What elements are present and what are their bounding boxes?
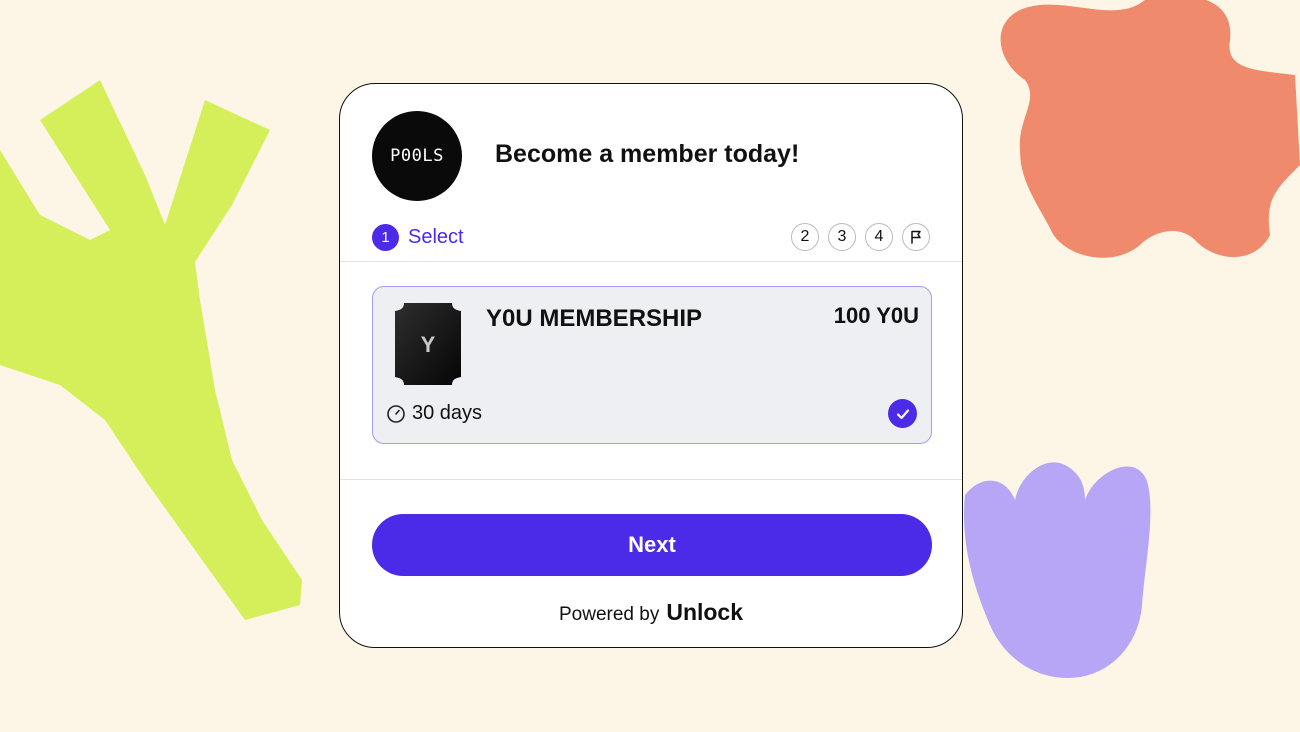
membership-thumbnail: Y — [393, 301, 463, 392]
footer-divider — [340, 479, 962, 480]
lavender-flower-decoration — [964, 462, 1151, 678]
step-3[interactable]: 3 — [828, 223, 856, 251]
next-button[interactable]: Next — [372, 514, 932, 576]
green-shape-decoration — [0, 80, 302, 620]
step-label-active: Select — [408, 226, 464, 248]
header-divider — [340, 261, 962, 262]
flag-icon[interactable] — [902, 223, 930, 251]
membership-price: 100 Y0U — [833, 303, 919, 328]
membership-name: Y0U MEMBERSHIP — [486, 305, 703, 332]
selected-check-icon — [888, 399, 917, 428]
powered-by: Powered by Unlock — [340, 599, 962, 626]
logo-text: P00LS — [390, 146, 444, 166]
powered-by-text: Powered by — [558, 604, 660, 625]
coral-flower-decoration — [1000, 0, 1300, 258]
pools-logo: P00LS — [372, 111, 462, 201]
step-1-select[interactable]: 1 Select — [372, 224, 464, 251]
step-number-active: 1 — [372, 224, 399, 251]
step-4[interactable]: 4 — [865, 223, 893, 251]
membership-option-card[interactable]: Y Y0U MEMBERSHIP 100 Y0U 30 days — [372, 286, 932, 444]
page-title: Become a member today! — [495, 140, 800, 168]
membership-checkout-card: P00LS Become a member today! 1 Select 2 … — [339, 83, 963, 648]
thumbnail-letter: Y — [421, 332, 436, 357]
unlock-logo[interactable]: Unlock — [666, 599, 743, 626]
duration-text: 30 days — [412, 402, 483, 424]
clock-icon — [387, 404, 405, 423]
membership-duration: 30 days — [386, 402, 482, 425]
step-2[interactable]: 2 — [791, 223, 819, 251]
upcoming-steps: 2 3 4 — [791, 223, 930, 251]
